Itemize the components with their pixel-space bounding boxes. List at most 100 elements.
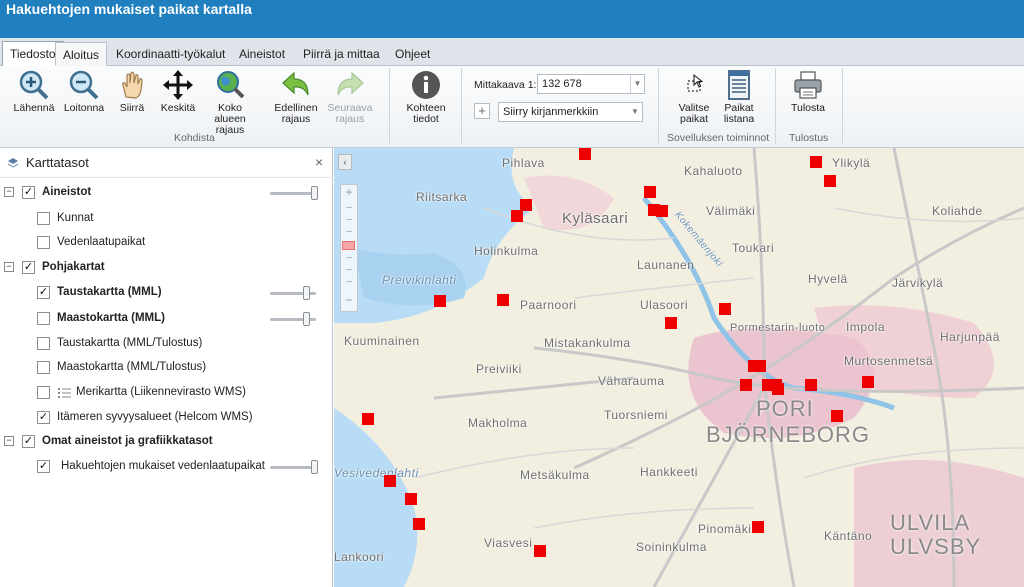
list-icon: [728, 70, 750, 100]
water-quality-point[interactable]: [497, 294, 509, 306]
water-quality-point[interactable]: [413, 518, 425, 530]
water-quality-point[interactable]: [384, 475, 396, 487]
layer-checkbox-omat-aineistot[interactable]: ✓: [22, 435, 35, 448]
layer-label-vedenlaatupaikat: Vedenlaatupaikat: [57, 236, 146, 248]
tab-aloitus[interactable]: Aloitus: [55, 42, 108, 66]
layer-checkbox-maastokartta-tulostus[interactable]: [37, 361, 50, 374]
water-quality-point[interactable]: [405, 493, 417, 505]
close-icon[interactable]: ×: [315, 154, 323, 170]
map-place-label: Riitsarka: [416, 190, 468, 204]
map-place-label: Toukari: [732, 241, 775, 255]
next-extent-button[interactable]: Seuraava rajaus: [324, 69, 376, 125]
water-quality-point[interactable]: [719, 303, 731, 315]
layer-checkbox-maastokartta-mml[interactable]: [37, 312, 50, 325]
collapse-icon[interactable]: −: [4, 436, 14, 446]
water-quality-point[interactable]: [362, 413, 374, 425]
map-place-label: Käntäno: [824, 529, 873, 543]
layer-row-kunnat: Kunnat: [0, 209, 333, 229]
layer-checkbox-pohjakartat[interactable]: ✓: [22, 261, 35, 274]
map-place-label: Holinkulma: [474, 244, 539, 258]
opacity-slider-hakuehtojen[interactable]: [270, 460, 318, 474]
collapse-panel-button[interactable]: ‹: [338, 154, 352, 170]
tab-koordinaatti-tyokalut[interactable]: Koordinaatti-työkalut: [109, 42, 232, 66]
map-city-label: ULVSBY: [890, 534, 982, 559]
water-quality-point[interactable]: [754, 360, 766, 372]
water-quality-point[interactable]: [772, 383, 784, 395]
layer-label-merikartta: Merikartta (Liikennevirasto WMS): [76, 386, 246, 398]
layer-checkbox-vedenlaatupaikat[interactable]: [37, 236, 50, 249]
water-quality-point[interactable]: [805, 379, 817, 391]
ribbon: Lähennä Loitonna Siirrä Keskitä Koko alu…: [0, 66, 1024, 148]
zoom-plus-button[interactable]: +: [341, 185, 357, 201]
slider-handle[interactable]: [303, 286, 310, 300]
collapse-icon[interactable]: −: [4, 262, 14, 272]
map-water-label: Preivikinlahti: [382, 273, 457, 287]
water-quality-point[interactable]: [656, 205, 668, 217]
layer-checkbox-taustakartta-mml[interactable]: ✓: [37, 286, 50, 299]
water-quality-point[interactable]: [644, 186, 656, 198]
tab-ohjeet[interactable]: Ohjeet: [388, 42, 437, 66]
layer-row-vedenlaatupaikat: Vedenlaatupaikat: [0, 233, 333, 253]
bookmark-select[interactable]: Siirry kirjanmerkkiin ▼: [498, 102, 643, 122]
map-place-label: Preiviiki: [476, 362, 522, 376]
pan-button[interactable]: Siirrä: [106, 69, 158, 114]
layer-checkbox-taustakartta-tulostus[interactable]: [37, 337, 50, 350]
full-extent-button[interactable]: Koko alueen rajaus: [204, 69, 256, 136]
print-label: Tulosta: [790, 102, 826, 114]
feature-info-button[interactable]: Kohteen tiedot: [400, 69, 452, 125]
layer-label-maastokartta-tulostus: Maastokartta (MML/Tulostus): [57, 361, 207, 373]
water-quality-point[interactable]: [862, 376, 874, 388]
print-button[interactable]: Tulosta: [782, 69, 834, 114]
opacity-slider-maastokartta[interactable]: [270, 312, 316, 326]
water-quality-point[interactable]: [831, 410, 843, 422]
map-place-label: Hankkeeti: [640, 465, 698, 479]
full-extent-label: Koko alueen rajaus: [214, 102, 246, 136]
water-quality-point[interactable]: [534, 545, 546, 557]
water-quality-point[interactable]: [740, 379, 752, 391]
water-quality-point[interactable]: [511, 210, 523, 222]
zoom-out-button[interactable]: Loitonna: [58, 69, 110, 114]
zoom-minus-button[interactable]: −: [341, 293, 357, 309]
legend-icon[interactable]: [58, 387, 72, 399]
opacity-slider-aineistot[interactable]: [270, 186, 318, 200]
slider-handle[interactable]: [311, 460, 318, 474]
chevron-down-icon: ▼: [631, 107, 639, 116]
layer-checkbox-merikartta[interactable]: [37, 386, 50, 399]
ribbon-separator: [775, 68, 776, 144]
water-quality-point[interactable]: [752, 521, 764, 533]
layer-checkbox-aineistot[interactable]: ✓: [22, 186, 35, 199]
water-quality-point[interactable]: [665, 317, 677, 329]
ribbon-tab-bar: Tiedosto Aloitus Koordinaatti-työkalut A…: [0, 38, 1024, 66]
center-button[interactable]: Keskitä: [152, 69, 204, 114]
water-quality-point[interactable]: [434, 295, 446, 307]
slider-handle[interactable]: [311, 186, 318, 200]
collapse-icon[interactable]: −: [4, 187, 14, 197]
group-label-kohdista: Kohdista: [174, 132, 215, 144]
tab-aineistot[interactable]: Aineistot: [232, 42, 292, 66]
places-list-button[interactable]: Paikat listana: [713, 69, 765, 125]
map-place-label: Ylikylä: [832, 156, 871, 170]
layer-checkbox-itameren-syvyysalueet[interactable]: ✓: [37, 411, 50, 424]
tab-piirra-ja-mittaa[interactable]: Piirrä ja mittaa: [296, 42, 387, 66]
zoom-slider[interactable]: + −: [340, 184, 358, 312]
slider-handle[interactable]: [303, 312, 310, 326]
layer-label-maastokartta-mml: Maastokartta (MML): [57, 312, 165, 324]
bookmark-placeholder: Siirry kirjanmerkkiin: [503, 106, 599, 118]
layer-checkbox-hakuehtojen-vedenlaatupaikat[interactable]: ✓: [37, 460, 50, 473]
zoom-tick: [346, 269, 352, 270]
layer-checkbox-kunnat[interactable]: [37, 212, 50, 225]
printer-icon: [794, 71, 822, 99]
map-view[interactable]: Pihlava Kahaluoto Ylikylä Riitsarka Kylä…: [334, 148, 1024, 587]
water-quality-point[interactable]: [579, 148, 591, 160]
map-place-label: Pormestarin-luoto: [730, 322, 826, 334]
zoom-handle[interactable]: [342, 241, 355, 250]
add-bookmark-button[interactable]: +: [474, 103, 490, 119]
previous-extent-button[interactable]: Edellinen rajaus: [270, 69, 322, 125]
water-quality-point[interactable]: [824, 175, 836, 187]
scale-select[interactable]: 132 678 ▼: [537, 74, 645, 94]
layers-icon: [8, 158, 18, 168]
zoom-in-button[interactable]: Lähennä: [8, 69, 60, 114]
opacity-slider-taustakartta[interactable]: [270, 286, 316, 300]
water-quality-point[interactable]: [810, 156, 822, 168]
layer-label-kunnat: Kunnat: [57, 212, 94, 224]
